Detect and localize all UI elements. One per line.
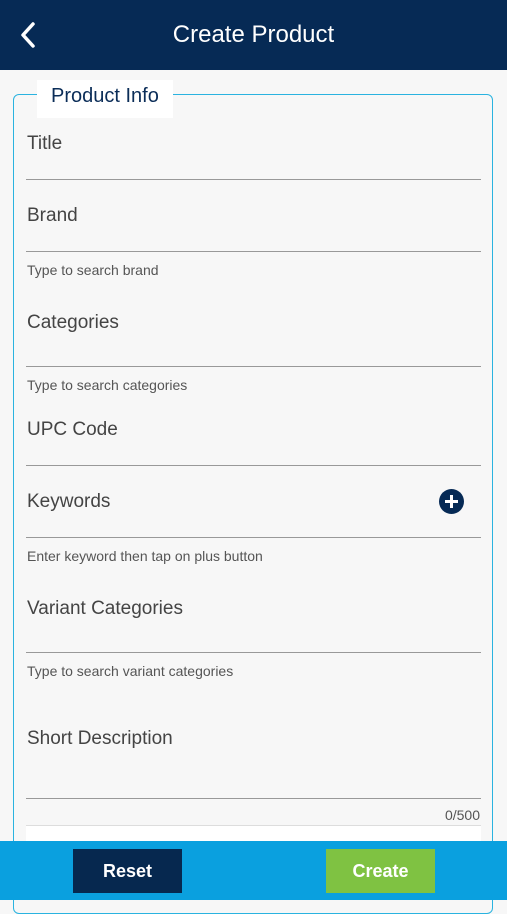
add-keyword-plus-icon[interactable] (439, 489, 464, 514)
title-field[interactable]: Title (26, 118, 481, 180)
categories-field[interactable]: Categories (26, 298, 481, 367)
keywords-helper-text: Enter keyword then tap on plus button (27, 548, 263, 564)
character-counter: 0/500 (444, 807, 480, 823)
keywords-field-label: Keywords (27, 491, 111, 512)
variant-categories-helper-text: Type to search variant categories (27, 663, 234, 679)
brand-field-label: Brand (27, 205, 78, 226)
upc-code-field-label: UPC Code (27, 419, 118, 440)
categories-field-label: Categories (27, 312, 119, 333)
section-legend: Product Info (37, 80, 173, 118)
upc-code-field[interactable]: UPC Code (26, 405, 481, 466)
brand-field[interactable]: Brand (26, 190, 481, 252)
reset-button[interactable]: Reset (73, 849, 182, 893)
variant-categories-field-label: Variant Categories (27, 598, 183, 619)
variant-categories-field[interactable]: Variant Categories (26, 584, 481, 653)
page-title: Create Product (172, 21, 335, 48)
brand-helper-text: Type to search brand (27, 262, 159, 278)
create-button[interactable]: Create (326, 849, 435, 893)
short-description-field-label: Short Description (27, 728, 173, 749)
categories-helper-text: Type to search categories (27, 377, 188, 393)
title-field-label: Title (27, 133, 63, 154)
short-description-field[interactable]: Short Description (26, 712, 481, 799)
app-header: Create Product (0, 0, 507, 70)
keywords-field[interactable]: Keywords (26, 476, 481, 538)
